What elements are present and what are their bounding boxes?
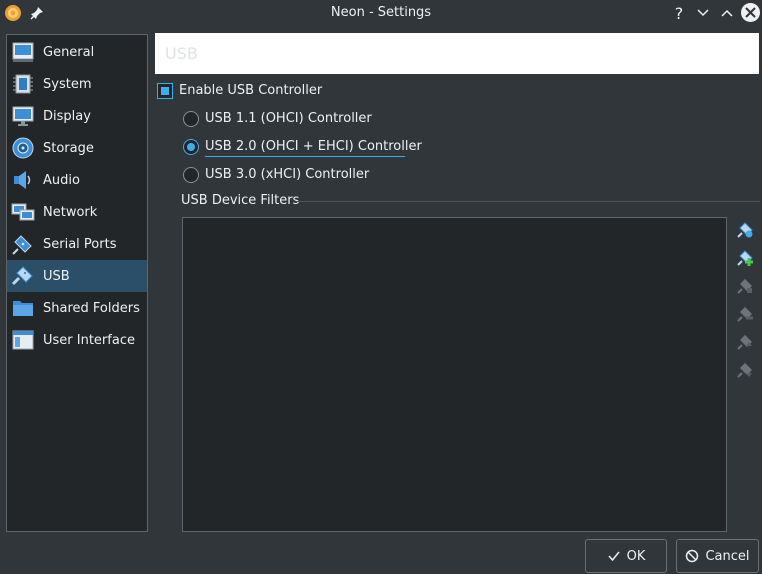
window-title: Neon - Settings [330,5,432,20]
enable-usb-label[interactable]: Enable USB Controller [179,83,322,98]
ok-button[interactable]: OK [585,539,667,573]
sidebar-item-label: Storage [43,140,94,156]
page-title: USB [165,44,198,63]
radio-indicator [187,143,195,151]
cancel-button-label: Cancel [705,548,750,564]
usb20-label[interactable]: USB 2.0 (OHCI + EHCI) Controller [205,139,422,154]
checkmark-icon [608,551,620,562]
usb11-radio[interactable] [183,111,199,127]
sidebar-item-audio[interactable]: Audio [7,164,147,196]
checkbox-indicator [161,87,169,95]
maximize-button[interactable] [718,4,736,22]
help-button[interactable]: ? [670,4,688,23]
cancel-icon [686,549,699,563]
sidebar-item-display[interactable]: Display [7,100,147,132]
remove-filter-icon[interactable] [737,306,753,322]
sidebar-item-label: Display [43,108,91,124]
sidebar-item-label: System [43,76,92,92]
general-icon [12,42,34,62]
system-chip-icon [13,74,33,94]
sidebar-item-label: USB [43,268,70,284]
usb-icon [11,266,33,286]
minimize-button[interactable] [694,4,712,22]
sidebar-item-label: Audio [43,172,80,188]
usb30-label[interactable]: USB 3.0 (xHCI) Controller [205,167,369,182]
sidebar-item-label: Network [43,204,98,220]
audio-speaker-icon [14,171,31,189]
sidebar-item-storage[interactable]: Storage [7,132,147,164]
sidebar-item-label: General [43,44,95,60]
title-bar: Neon - Settings ? [0,0,762,26]
sidebar-item-serial-ports[interactable]: Serial Ports [7,228,147,260]
cancel-button[interactable]: Cancel [676,539,759,573]
sidebar-item-usb[interactable]: USB [7,260,147,292]
usb-filter-list[interactable] [182,217,727,532]
sidebar-item-label: Serial Ports [43,236,117,252]
group-divider [296,201,760,202]
network-icon [11,203,35,221]
edit-filter-icon[interactable] [737,278,753,294]
usb30-radio[interactable] [183,167,199,183]
close-icon [745,7,756,18]
close-button[interactable] [741,3,760,22]
sidebar-item-shared-folders[interactable]: Shared Folders [7,292,147,324]
chevron-down-icon [697,9,709,17]
add-empty-filter-icon[interactable] [737,222,753,238]
sidebar-item-user-interface[interactable]: User Interface [7,324,147,356]
chevron-up-icon [721,9,733,17]
sidebar-item-system[interactable]: System [7,68,147,100]
sidebar-item-network[interactable]: Network [7,196,147,228]
move-filter-up-icon[interactable] [737,334,753,350]
display-monitor-icon [12,106,34,126]
usb-device-filters-label: USB Device Filters [181,193,300,208]
add-filter-from-device-icon[interactable] [737,250,753,266]
ok-button-label: OK [626,548,646,564]
enable-usb-checkbox[interactable] [157,83,173,99]
serial-port-icon [12,235,32,255]
sidebar-item-general[interactable]: General [7,36,147,68]
storage-disk-icon [12,137,34,159]
settings-sidebar: General System Display Storage Audio Net… [6,34,148,532]
page-header: USB [155,33,759,74]
sidebar-item-label: Shared Folders [43,300,140,316]
user-interface-icon [12,330,34,350]
shared-folder-icon [13,301,33,316]
focus-underline [205,156,405,157]
sidebar-item-label: User Interface [43,332,135,348]
usb20-radio[interactable] [183,139,199,155]
move-filter-down-icon[interactable] [737,362,753,378]
usb11-label[interactable]: USB 1.1 (OHCI) Controller [205,111,372,126]
